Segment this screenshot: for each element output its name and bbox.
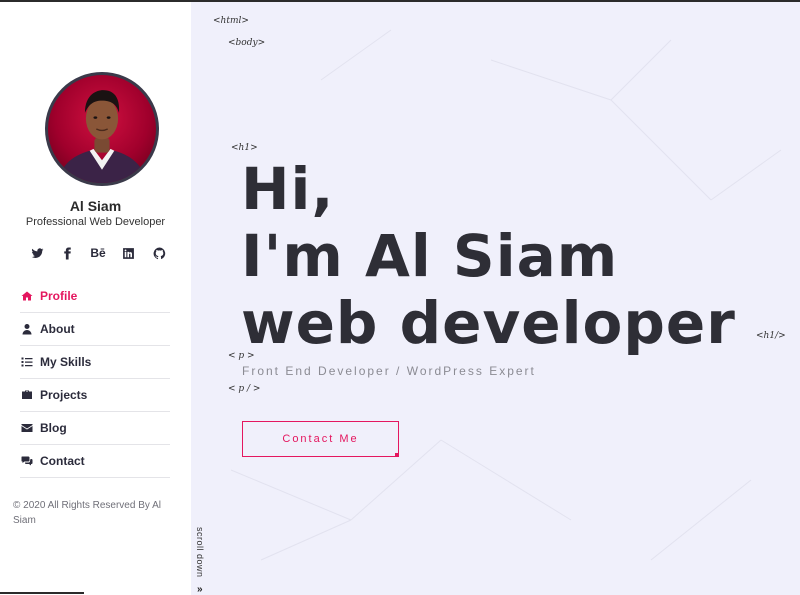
main-nav: Profile About My Skills Projects Blog Co… xyxy=(20,280,170,478)
nav-item-profile[interactable]: Profile xyxy=(20,280,170,313)
nav-item-label: Contact xyxy=(40,454,85,468)
envelope-icon xyxy=(20,421,34,435)
sidebar: Al Siam Professional Web Developer Bē Pr… xyxy=(0,0,191,595)
contact-me-label: Contact Me xyxy=(282,433,359,445)
top-border xyxy=(0,0,800,2)
briefcase-icon xyxy=(20,388,34,402)
nav-item-label: My Skills xyxy=(40,355,92,369)
home-icon xyxy=(20,289,34,303)
copyright-text: © 2020 All Rights Reserved By Al Siam xyxy=(13,500,161,526)
hero-headline: Hi, I'm Al Siam web developer xyxy=(241,156,736,357)
html-open-tag: <html> xyxy=(213,16,249,26)
p-close-tag: < p / > xyxy=(228,384,261,394)
list-icon xyxy=(20,355,34,369)
bottom-border xyxy=(0,592,84,594)
headline-line-3: web developer xyxy=(241,289,736,357)
linkedin-icon[interactable] xyxy=(120,244,138,262)
comments-icon xyxy=(20,454,34,468)
body-open-tag: <body> xyxy=(228,38,266,48)
nav-item-label: About xyxy=(40,322,75,336)
hero-section: <html> <body> <h1> Hi, I'm Al Siam web d… xyxy=(191,0,800,595)
nav-item-label: Projects xyxy=(40,388,88,402)
headline-line-2: I'm Al Siam xyxy=(241,222,619,290)
nav-item-projects[interactable]: Projects xyxy=(20,379,170,412)
hero-subtitle: Front End Developer / WordPress Expert xyxy=(242,364,536,378)
nav-item-blog[interactable]: Blog xyxy=(20,412,170,445)
p-open-tag: < p > xyxy=(228,351,255,361)
nav-item-my-skills[interactable]: My Skills xyxy=(20,346,170,379)
nav-item-label: Profile xyxy=(40,289,78,303)
github-icon[interactable] xyxy=(150,244,168,262)
twitter-icon[interactable] xyxy=(28,244,46,262)
facebook-icon[interactable] xyxy=(59,244,77,262)
nav-item-contact[interactable]: Contact xyxy=(20,445,170,478)
behance-icon[interactable]: Bē xyxy=(89,244,107,262)
social-links: Bē xyxy=(28,244,168,262)
headline-line-1: Hi, xyxy=(241,155,335,223)
user-icon xyxy=(20,322,34,336)
chevron-down-icon[interactable]: » xyxy=(197,584,203,595)
scroll-down-label[interactable]: scroll down xyxy=(195,527,205,578)
profile-role: Professional Web Developer xyxy=(25,216,166,228)
button-corner-accent xyxy=(395,453,399,457)
nav-item-label: Blog xyxy=(40,421,67,435)
nav-item-about[interactable]: About xyxy=(20,313,170,346)
profile-name: Al Siam xyxy=(69,198,122,214)
h1-close-tag: <h1/> xyxy=(756,331,786,341)
avatar xyxy=(45,72,159,186)
h1-open-tag: <h1> xyxy=(231,143,258,153)
avatar-portrait xyxy=(57,90,147,183)
contact-me-button[interactable]: Contact Me xyxy=(242,421,399,457)
